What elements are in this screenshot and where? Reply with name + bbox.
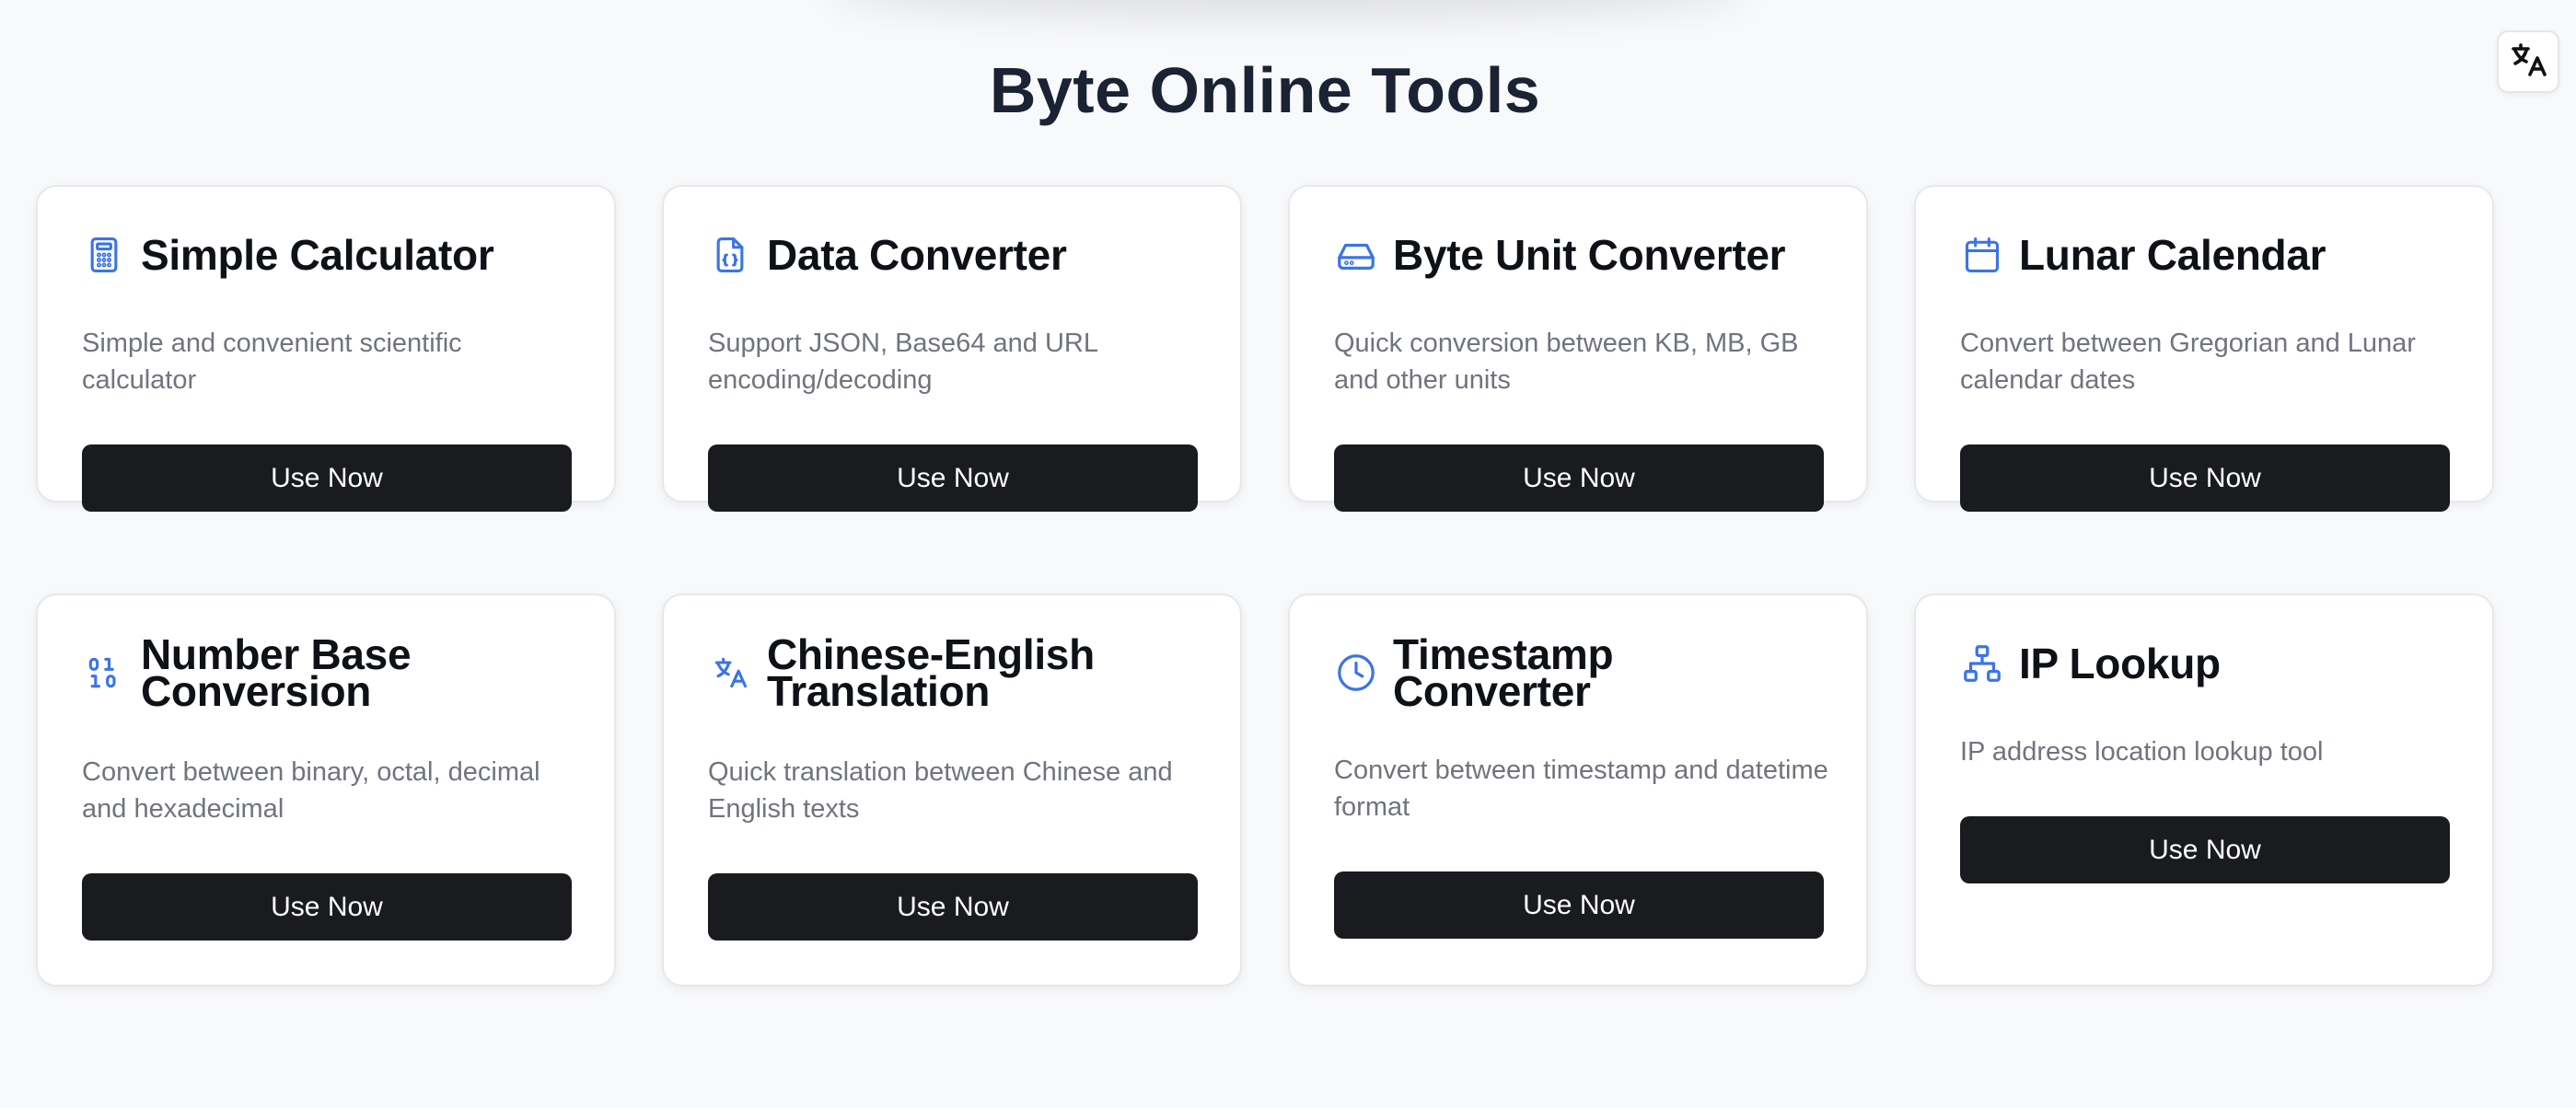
use-now-button[interactable]: Use Now	[1960, 816, 2450, 883]
card-header: Lunar Calendar	[1960, 227, 2448, 283]
use-now-button[interactable]: Use Now	[708, 444, 1198, 512]
use-now-button[interactable]: Use Now	[1334, 871, 1824, 939]
tool-card-chinese-english-translation: Chinese-English Translation Quick transl…	[662, 594, 1242, 987]
hard-drive-icon	[1334, 233, 1378, 277]
tool-card-byte-unit-converter: Byte Unit Converter Quick conversion bet…	[1288, 185, 1868, 512]
card-title: Data Converter	[767, 231, 1067, 279]
card-header: Timestamp Converter	[1334, 630, 1822, 715]
card-description: IP address location lookup tool	[1960, 737, 2324, 767]
card-title: Simple Calculator	[141, 231, 494, 279]
card-description: Quick conversion between KB, MB, GB and …	[1334, 329, 1799, 395]
tool-card-lunar-calendar: Lunar Calendar Convert between Gregorian…	[1914, 185, 2494, 512]
card-header: IP Lookup	[1960, 636, 2448, 691]
card-header: Byte Unit Converter	[1334, 227, 1822, 283]
card-description: Convert between timestamp and datetime f…	[1334, 756, 1828, 822]
tool-card-data-converter: Data Converter Support JSON, Base64 and …	[662, 185, 1242, 512]
card-title: Chinese-English Translation	[767, 630, 1095, 715]
card-title: Byte Unit Converter	[1393, 231, 1786, 279]
page-title: Byte Online Tools	[989, 54, 1541, 126]
card-description: Support JSON, Base64 and URL encoding/de…	[708, 329, 1097, 395]
card-description: Convert between Gregorian and Lunar cale…	[1960, 329, 2416, 395]
card-header: Simple Calculator	[82, 227, 570, 283]
code-file-icon	[708, 233, 752, 277]
translate-icon	[708, 651, 752, 695]
use-now-button[interactable]: Use Now	[1960, 444, 2450, 512]
use-now-button[interactable]: Use Now	[82, 444, 572, 512]
use-now-button[interactable]: Use Now	[1334, 444, 1824, 512]
card-title: Timestamp Converter	[1393, 630, 1614, 715]
card-header: Data Converter	[708, 227, 1196, 283]
use-now-button[interactable]: Use Now	[82, 873, 572, 941]
card-description: Simple and convenient scientific calcula…	[82, 329, 462, 395]
card-header: Chinese-English Translation	[708, 630, 1196, 715]
tool-card-simple-calculator: Simple Calculator Simple and convenient …	[36, 185, 616, 512]
network-icon	[1960, 641, 2004, 686]
tool-card-number-base-conversion: Number Base Conversion Convert between b…	[36, 594, 616, 987]
calendar-icon	[1960, 233, 2004, 277]
card-description: Quick translation between Chinese and En…	[708, 757, 1173, 824]
tool-card-timestamp-converter: Timestamp Converter Convert between time…	[1288, 594, 1868, 987]
page: Byte Online Tools Simple Calculator Simp…	[0, 0, 2576, 1108]
card-header: Number Base Conversion	[82, 630, 570, 715]
card-title: Lunar Calendar	[2019, 231, 2327, 279]
tool-card-ip-lookup: IP Lookup IP address location lookup too…	[1914, 594, 2494, 987]
clock-icon	[1334, 651, 1378, 695]
tools-grid: Simple Calculator Simple and convenient …	[36, 185, 2496, 987]
use-now-button[interactable]: Use Now	[708, 873, 1198, 941]
card-title: Number Base Conversion	[141, 630, 412, 715]
calculator-icon	[82, 233, 126, 277]
card-description: Convert between binary, octal, decimal a…	[82, 757, 540, 824]
card-title: IP Lookup	[2019, 640, 2221, 687]
binary-icon	[82, 651, 126, 695]
